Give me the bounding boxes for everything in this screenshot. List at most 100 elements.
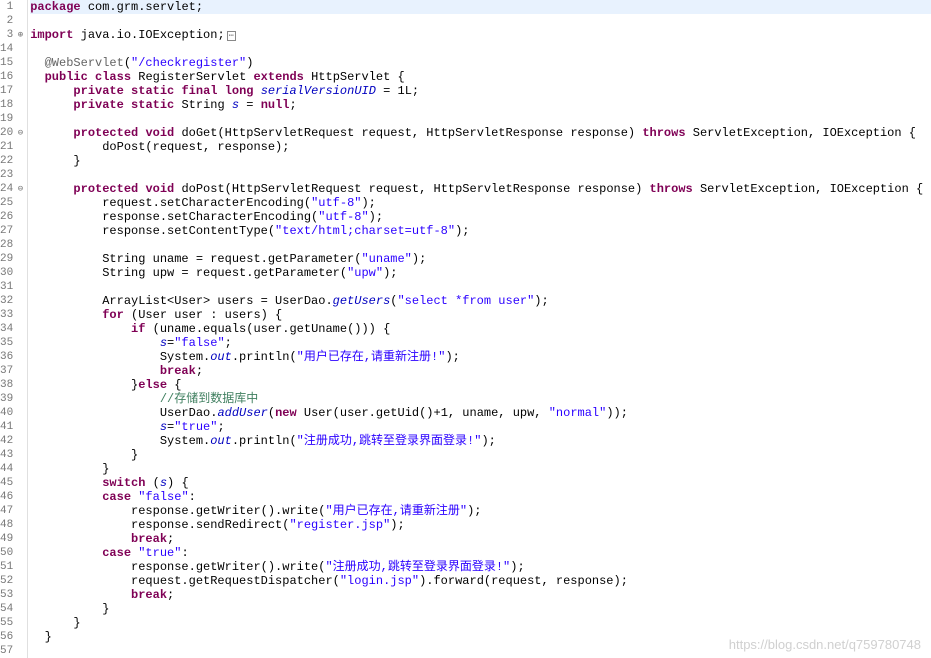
code-token: ); — [481, 434, 495, 448]
code-line[interactable]: if (uname.equals(user.getUname())) { — [30, 322, 931, 336]
code-line[interactable]: request.getRequestDispatcher("login.jsp"… — [30, 574, 931, 588]
code-token — [30, 490, 102, 504]
code-line[interactable]: s="false"; — [30, 336, 931, 350]
code-token: "uname" — [361, 252, 411, 266]
line-number: 47 — [0, 504, 23, 518]
code-line[interactable] — [30, 112, 931, 126]
code-line[interactable]: break; — [30, 588, 931, 602]
code-token — [30, 532, 131, 546]
code-token: s — [160, 420, 167, 434]
code-token: void — [145, 182, 174, 196]
code-line[interactable]: import java.io.IOException;⋯ — [30, 28, 931, 42]
code-line[interactable]: protected void doPost(HttpServletRequest… — [30, 182, 931, 196]
code-line[interactable] — [30, 14, 931, 28]
code-line[interactable]: } — [30, 154, 931, 168]
code-token: request.getRequestDispatcher( — [30, 574, 340, 588]
code-line[interactable]: System.out.println("注册成功,跳转至登录界面登录!"); — [30, 434, 931, 448]
code-line[interactable]: doPost(request, response); — [30, 140, 931, 154]
code-line[interactable]: } — [30, 630, 931, 644]
code-line[interactable]: protected void doGet(HttpServletRequest … — [30, 126, 931, 140]
code-line[interactable]: private static final long serialVersionU… — [30, 84, 931, 98]
code-line[interactable]: response.sendRedirect("register.jsp"); — [30, 518, 931, 532]
code-editor[interactable]: 123⊕14151617181920⊖21222324⊖252627282930… — [0, 0, 931, 658]
code-token: = 1L; — [376, 84, 419, 98]
code-token — [30, 126, 73, 140]
code-line[interactable]: public class RegisterServlet extends Htt… — [30, 70, 931, 84]
code-line[interactable]: case "true": — [30, 546, 931, 560]
code-token: else — [138, 378, 167, 392]
line-number: 46 — [0, 490, 23, 504]
code-line[interactable]: response.setContentType("text/html;chars… — [30, 224, 931, 238]
code-line[interactable]: case "false": — [30, 490, 931, 504]
code-line[interactable]: package com.grm.servlet; — [30, 0, 931, 14]
code-token: ; — [167, 532, 174, 546]
line-number: 43 — [0, 448, 23, 462]
fold-icon[interactable]: ⊕ — [15, 28, 23, 42]
line-number: 45 — [0, 476, 23, 490]
code-line[interactable]: @WebServlet("/checkregister") — [30, 56, 931, 70]
code-line[interactable]: response.setCharacterEncoding("utf-8"); — [30, 210, 931, 224]
line-number: 16 — [0, 70, 23, 84]
code-token — [254, 84, 261, 98]
line-number: 38 — [0, 378, 23, 392]
line-number: 19 — [0, 112, 23, 126]
code-line[interactable]: response.getWriter().write("注册成功,跳转至登录界面… — [30, 560, 931, 574]
code-token — [30, 364, 160, 378]
code-token: case — [102, 546, 131, 560]
code-line[interactable]: } — [30, 462, 931, 476]
code-line[interactable] — [30, 280, 931, 294]
line-number: 3⊕ — [0, 28, 23, 42]
code-line[interactable]: break; — [30, 364, 931, 378]
line-number: 57 — [0, 644, 23, 658]
line-number: 21 — [0, 140, 23, 154]
code-line[interactable] — [30, 644, 931, 658]
code-line[interactable]: String upw = request.getParameter("upw")… — [30, 266, 931, 280]
code-line[interactable]: } — [30, 602, 931, 616]
code-line[interactable]: private static String s = null; — [30, 98, 931, 112]
code-token: doPost(request, response); — [30, 140, 289, 154]
code-line[interactable]: System.out.println("用户已存在,请重新注册!"); — [30, 350, 931, 364]
code-token: ); — [383, 266, 397, 280]
fold-icon[interactable]: ⊖ — [15, 126, 23, 140]
code-token: com.grm.servlet; — [81, 0, 203, 14]
code-token: null — [261, 98, 290, 112]
code-token: String uname = request.getParameter( — [30, 252, 361, 266]
code-line[interactable]: switch (s) { — [30, 476, 931, 490]
code-token: break — [160, 364, 196, 378]
code-token — [30, 588, 131, 602]
code-token: if — [131, 322, 145, 336]
code-line[interactable]: ArrayList<User> users = UserDao.getUsers… — [30, 294, 931, 308]
code-token — [30, 84, 73, 98]
code-line[interactable]: s="true"; — [30, 420, 931, 434]
fold-icon[interactable]: ⊖ — [15, 182, 23, 196]
collapsed-import-icon[interactable]: ⋯ — [227, 31, 236, 41]
code-line[interactable]: } — [30, 448, 931, 462]
code-line[interactable]: UserDao.addUser(new User(user.getUid()+1… — [30, 406, 931, 420]
code-line[interactable]: //存储到数据库中 — [30, 392, 931, 406]
code-line[interactable]: for (User user : users) { — [30, 308, 931, 322]
code-area[interactable]: package com.grm.servlet; import java.io.… — [28, 0, 931, 658]
code-token — [30, 98, 73, 112]
line-number: 20⊖ — [0, 126, 23, 140]
code-line[interactable]: request.setCharacterEncoding("utf-8"); — [30, 196, 931, 210]
code-line[interactable]: } — [30, 616, 931, 630]
code-token: static — [131, 98, 174, 112]
code-token — [30, 56, 44, 70]
code-token: case — [102, 490, 131, 504]
code-token: s — [160, 476, 167, 490]
code-line[interactable]: String uname = request.getParameter("una… — [30, 252, 931, 266]
code-token: System. — [30, 434, 210, 448]
code-token: doGet(HttpServletRequest request, HttpSe… — [174, 126, 642, 140]
code-line[interactable] — [30, 168, 931, 182]
code-line[interactable]: response.getWriter().write("用户已存在,请重新注册"… — [30, 504, 931, 518]
code-token: doPost(HttpServletRequest request, HttpS… — [174, 182, 649, 196]
code-token: addUser — [217, 406, 267, 420]
code-line[interactable]: }else { — [30, 378, 931, 392]
code-token: protected — [73, 182, 138, 196]
line-number-gutter: 123⊕14151617181920⊖21222324⊖252627282930… — [0, 0, 28, 658]
code-line[interactable] — [30, 42, 931, 56]
code-line[interactable]: break; — [30, 532, 931, 546]
code-token: (User user : users) { — [124, 308, 282, 322]
code-line[interactable] — [30, 238, 931, 252]
code-token: @WebServlet — [45, 56, 124, 70]
